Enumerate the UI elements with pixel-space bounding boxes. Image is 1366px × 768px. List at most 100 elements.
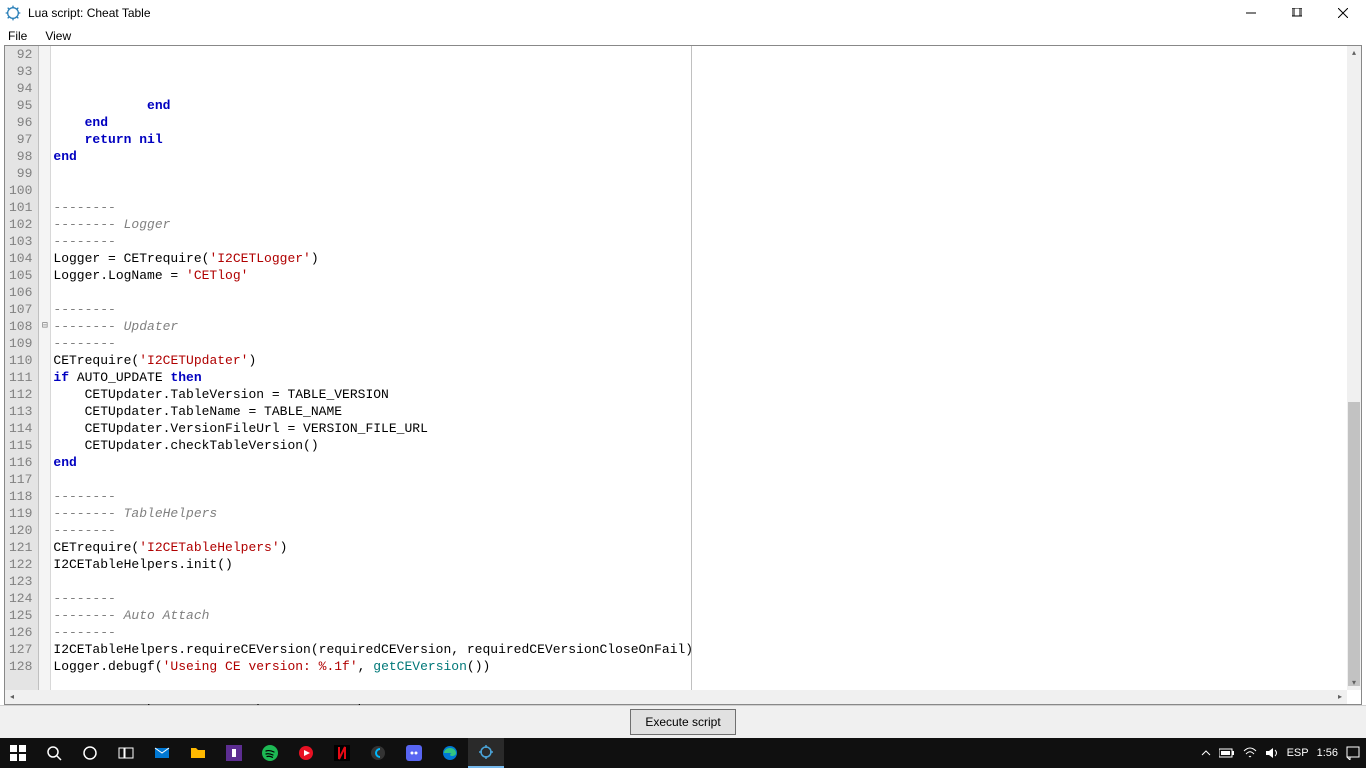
window-controls bbox=[1228, 0, 1366, 26]
horizontal-scrollbar[interactable]: ◂ ▸ bbox=[5, 690, 1347, 704]
code-line[interactable]: I2CETableHelpers.init() bbox=[53, 556, 1347, 573]
close-button[interactable] bbox=[1320, 0, 1366, 26]
line-number: 123 bbox=[9, 573, 32, 590]
minimize-button[interactable] bbox=[1228, 0, 1274, 26]
code-line[interactable]: -------- Auto Attach bbox=[53, 607, 1347, 624]
titlebar: Lua script: Cheat Table bbox=[0, 0, 1366, 26]
code-line[interactable]: -------- bbox=[53, 590, 1347, 607]
code-line[interactable]: -------- bbox=[53, 522, 1347, 539]
code-line[interactable]: CETUpdater.TableVersion = TABLE_VERSION bbox=[53, 386, 1347, 403]
taskbar-app-edge[interactable] bbox=[432, 738, 468, 768]
vertical-scrollbar[interactable]: ▴ ▾ bbox=[1347, 46, 1361, 690]
line-number: 118 bbox=[9, 488, 32, 505]
scroll-up-icon[interactable]: ▴ bbox=[1347, 46, 1361, 60]
taskbar-app-red-circle[interactable] bbox=[288, 738, 324, 768]
execute-script-button[interactable]: Execute script bbox=[630, 709, 735, 735]
code-line[interactable]: end bbox=[53, 97, 1347, 114]
line-number: 108 bbox=[9, 318, 32, 335]
line-number: 103 bbox=[9, 233, 32, 250]
fold-gutter[interactable]: ⊟ bbox=[39, 46, 51, 690]
system-tray: ESP 1:56 bbox=[1201, 738, 1366, 768]
code-line[interactable]: end bbox=[53, 454, 1347, 471]
code-line[interactable]: -------- bbox=[53, 233, 1347, 250]
scroll-down-icon[interactable]: ▾ bbox=[1347, 676, 1361, 690]
code-line[interactable]: -------- bbox=[53, 335, 1347, 352]
taskbar-app-mail[interactable] bbox=[144, 738, 180, 768]
tray-language[interactable]: ESP bbox=[1287, 738, 1309, 768]
line-number: 99 bbox=[9, 165, 32, 182]
code-line[interactable]: return nil bbox=[53, 131, 1347, 148]
line-number: 128 bbox=[9, 658, 32, 675]
tray-clock[interactable]: 1:56 bbox=[1317, 738, 1338, 768]
line-number: 121 bbox=[9, 539, 32, 556]
start-button[interactable] bbox=[0, 738, 36, 768]
line-number: 127 bbox=[9, 641, 32, 658]
taskbar: ESP 1:56 bbox=[0, 738, 1366, 768]
code-line[interactable]: end bbox=[53, 114, 1347, 131]
code-line[interactable]: -------- Updater bbox=[53, 318, 1347, 335]
code-line[interactable] bbox=[53, 284, 1347, 301]
cortana-icon[interactable] bbox=[72, 738, 108, 768]
line-number: 100 bbox=[9, 182, 32, 199]
code-line[interactable]: -------- bbox=[53, 488, 1347, 505]
code-line[interactable]: Logger.debugf('Useing CE version: %.1f',… bbox=[53, 658, 1347, 675]
tray-notifications-icon[interactable] bbox=[1346, 738, 1360, 768]
menubar: File View bbox=[0, 26, 1366, 45]
line-number: 125 bbox=[9, 607, 32, 624]
code-line[interactable]: Logger.LogName = 'CETlog' bbox=[53, 267, 1347, 284]
line-number: 122 bbox=[9, 556, 32, 573]
taskbar-app-explorer[interactable] bbox=[180, 738, 216, 768]
maximize-button[interactable] bbox=[1274, 0, 1320, 26]
tray-wifi-icon[interactable] bbox=[1243, 738, 1257, 768]
taskbar-app-cheatengine[interactable] bbox=[468, 738, 504, 768]
line-number: 92 bbox=[9, 46, 32, 63]
line-number: 106 bbox=[9, 284, 32, 301]
taskbar-app-spotify[interactable] bbox=[252, 738, 288, 768]
line-number: 126 bbox=[9, 624, 32, 641]
code-line[interactable]: CETUpdater.VersionFileUrl = VERSION_FILE… bbox=[53, 420, 1347, 437]
taskbar-app-logitech[interactable] bbox=[360, 738, 396, 768]
scroll-left-icon[interactable]: ◂ bbox=[5, 690, 19, 704]
scroll-right-icon[interactable]: ▸ bbox=[1333, 690, 1347, 704]
bottom-panel: Execute script bbox=[0, 705, 1366, 738]
taskbar-app-netflix[interactable] bbox=[324, 738, 360, 768]
code-line[interactable]: end bbox=[53, 148, 1347, 165]
line-number: 120 bbox=[9, 522, 32, 539]
taskbar-app-purple[interactable] bbox=[216, 738, 252, 768]
code-line[interactable]: -------- TableHelpers bbox=[53, 505, 1347, 522]
menu-view[interactable]: View bbox=[43, 28, 73, 44]
line-number: 98 bbox=[9, 148, 32, 165]
tray-chevron-up-icon[interactable] bbox=[1201, 738, 1211, 768]
scrollbar-thumb[interactable] bbox=[1348, 402, 1360, 686]
code-line[interactable]: CETUpdater.TableName = TABLE_NAME bbox=[53, 403, 1347, 420]
code-line[interactable]: I2CETableHelpers.requireCEVersion(requir… bbox=[53, 641, 1347, 658]
line-number: 107 bbox=[9, 301, 32, 318]
window-title: Lua script: Cheat Table bbox=[28, 6, 151, 20]
code-line[interactable] bbox=[53, 573, 1347, 590]
tray-battery-icon[interactable] bbox=[1219, 738, 1235, 768]
code-line[interactable] bbox=[53, 182, 1347, 199]
code-line[interactable]: -------- bbox=[53, 199, 1347, 216]
code-line[interactable]: -------- bbox=[53, 624, 1347, 641]
line-number: 124 bbox=[9, 590, 32, 607]
code-line[interactable] bbox=[53, 165, 1347, 182]
code-editor[interactable]: 9293949596979899100101102103104105106107… bbox=[4, 45, 1362, 705]
code-line[interactable]: if AUTO_UPDATE then bbox=[53, 369, 1347, 386]
code-line[interactable]: -------- bbox=[53, 301, 1347, 318]
line-number: 104 bbox=[9, 250, 32, 267]
code-line[interactable]: Logger = CETrequire('I2CETLogger') bbox=[53, 250, 1347, 267]
code-line[interactable]: CETUpdater.checkTableVersion() bbox=[53, 437, 1347, 454]
line-number: 116 bbox=[9, 454, 32, 471]
taskbar-app-discord[interactable] bbox=[396, 738, 432, 768]
search-icon[interactable] bbox=[36, 738, 72, 768]
code-line[interactable]: -------- Logger bbox=[53, 216, 1347, 233]
tray-volume-icon[interactable] bbox=[1265, 738, 1279, 768]
menu-file[interactable]: File bbox=[6, 28, 29, 44]
fold-marker[interactable]: ⊟ bbox=[39, 318, 50, 335]
column-guide bbox=[691, 46, 692, 690]
code-line[interactable]: CETrequire('I2CETableHelpers') bbox=[53, 539, 1347, 556]
code-line[interactable] bbox=[53, 471, 1347, 488]
code-area[interactable]: end end return nilend---------------- Lo… bbox=[51, 46, 1347, 690]
task-view-icon[interactable] bbox=[108, 738, 144, 768]
code-line[interactable]: CETrequire('I2CETUpdater') bbox=[53, 352, 1347, 369]
